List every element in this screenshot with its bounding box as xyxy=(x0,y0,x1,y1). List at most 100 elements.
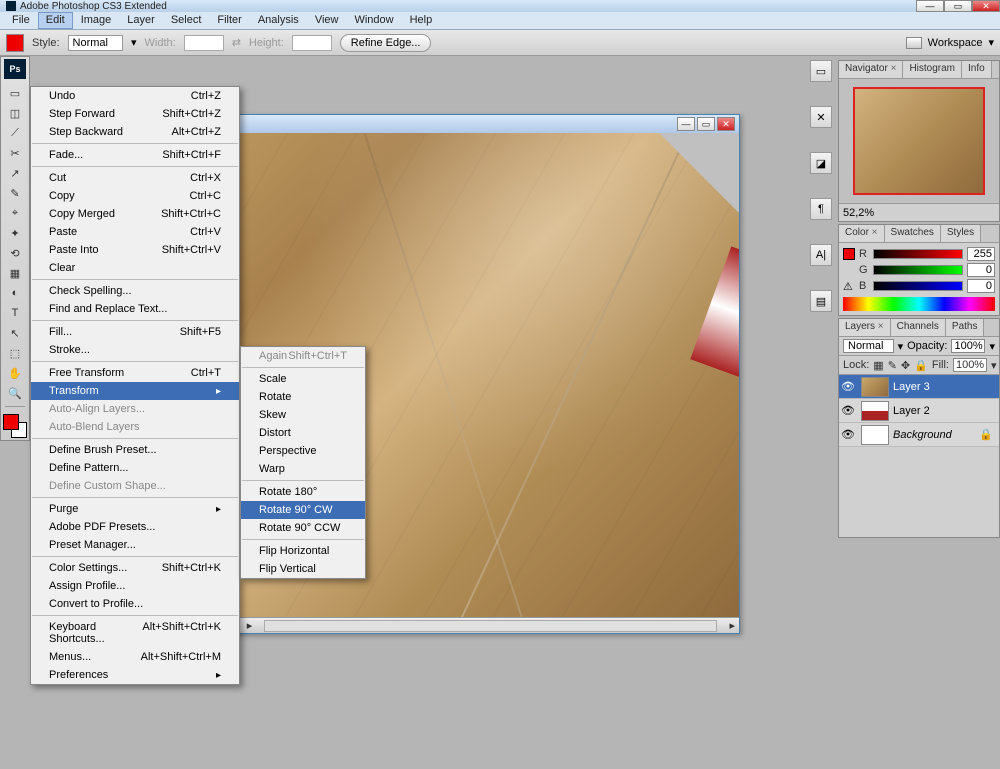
dock-icon-4[interactable]: ¶ xyxy=(810,198,832,220)
tab-layers[interactable]: Layers xyxy=(839,319,891,336)
menu-item-skew[interactable]: Skew xyxy=(241,406,365,424)
opacity-input[interactable]: 100% xyxy=(951,339,985,353)
width-input[interactable] xyxy=(184,35,224,51)
visibility-icon[interactable]: 👁 xyxy=(839,428,857,441)
layer-row[interactable]: 👁Background🔒 xyxy=(839,423,999,447)
menu-item-purge[interactable]: Purge xyxy=(31,500,239,518)
tab-channels[interactable]: Channels xyxy=(891,319,946,336)
tool-8[interactable]: ⟲ xyxy=(4,243,26,263)
shape-layer-icon[interactable] xyxy=(6,34,24,52)
menu-item-rotate-90-ccw[interactable]: Rotate 90° CCW xyxy=(241,519,365,537)
r-value[interactable]: 255 xyxy=(967,247,995,261)
color-fg-icon[interactable] xyxy=(843,248,855,260)
menu-item-rotate-90-cw[interactable]: Rotate 90° CW xyxy=(241,501,365,519)
dock-icon-3[interactable]: ◪ xyxy=(810,152,832,174)
menu-item-menus-[interactable]: Menus...Alt+Shift+Ctrl+M xyxy=(31,648,239,666)
tab-styles[interactable]: Styles xyxy=(941,225,981,242)
menu-item-free-transform[interactable]: Free TransformCtrl+T xyxy=(31,364,239,382)
lock-all-icon[interactable]: 🔒 xyxy=(914,359,928,372)
foreground-color-swatch[interactable] xyxy=(3,414,19,430)
navigator-body[interactable] xyxy=(839,79,999,203)
tool-0[interactable]: ▭ xyxy=(4,83,26,103)
menu-item-assign-profile-[interactable]: Assign Profile... xyxy=(31,577,239,595)
minimize-button[interactable]: — xyxy=(916,0,944,12)
ps-logo-icon[interactable]: Ps xyxy=(4,59,26,79)
menu-item-define-pattern-[interactable]: Define Pattern... xyxy=(31,459,239,477)
menu-item-clear[interactable]: Clear xyxy=(31,259,239,277)
tool-3[interactable]: ✂ xyxy=(4,143,26,163)
blend-mode-select[interactable]: Normal xyxy=(843,339,894,353)
menu-item-adobe-pdf-presets-[interactable]: Adobe PDF Presets... xyxy=(31,518,239,536)
tool-15[interactable]: 🔍 xyxy=(4,383,26,403)
visibility-icon[interactable]: 👁 xyxy=(839,380,857,393)
menu-item-transform[interactable]: Transform xyxy=(31,382,239,400)
menu-item-step-forward[interactable]: Step ForwardShift+Ctrl+Z xyxy=(31,105,239,123)
menu-item-copy-merged[interactable]: Copy MergedShift+Ctrl+C xyxy=(31,205,239,223)
menu-item-check-spelling-[interactable]: Check Spelling... xyxy=(31,282,239,300)
menu-item-cut[interactable]: CutCtrl+X xyxy=(31,169,239,187)
menu-item-preferences[interactable]: Preferences xyxy=(31,666,239,684)
layer-thumbnail[interactable] xyxy=(861,377,889,397)
tool-4[interactable]: ↗ xyxy=(4,163,26,183)
doc-info-arrow-icon[interactable]: ▸ xyxy=(247,619,253,632)
menu-item-flip-vertical[interactable]: Flip Vertical xyxy=(241,560,365,578)
menu-layer[interactable]: Layer xyxy=(119,12,163,29)
b-value[interactable]: 0 xyxy=(967,279,995,293)
r-slider[interactable] xyxy=(873,249,963,259)
doc-minimize-button[interactable]: — xyxy=(677,117,695,131)
maximize-button[interactable]: ▭ xyxy=(944,0,972,12)
horizontal-scrollbar[interactable] xyxy=(264,620,717,632)
tool-1[interactable]: ◫ xyxy=(4,103,26,123)
menu-item-undo[interactable]: UndoCtrl+Z xyxy=(31,87,239,105)
doc-close-button[interactable]: ✕ xyxy=(717,117,735,131)
menu-item-find-and-replace-text-[interactable]: Find and Replace Text... xyxy=(31,300,239,318)
spectrum-ramp[interactable] xyxy=(843,297,995,311)
menu-filter[interactable]: Filter xyxy=(209,12,249,29)
menu-window[interactable]: Window xyxy=(346,12,401,29)
menu-item-flip-horizontal[interactable]: Flip Horizontal xyxy=(241,542,365,560)
lock-transparency-icon[interactable]: ▦ xyxy=(873,359,883,372)
tool-2[interactable]: ⟋ xyxy=(4,123,26,143)
menu-item-preset-manager-[interactable]: Preset Manager... xyxy=(31,536,239,554)
tool-10[interactable]: ◐ xyxy=(4,283,26,303)
tool-5[interactable]: ✎ xyxy=(4,183,26,203)
menu-item-convert-to-profile-[interactable]: Convert to Profile... xyxy=(31,595,239,613)
tool-11[interactable]: T xyxy=(4,303,26,323)
color-swatches[interactable] xyxy=(3,414,27,438)
dock-icon-5[interactable]: A| xyxy=(810,244,832,266)
menu-item-step-backward[interactable]: Step BackwardAlt+Ctrl+Z xyxy=(31,123,239,141)
tab-color[interactable]: Color xyxy=(839,225,885,242)
tool-9[interactable]: ▦ xyxy=(4,263,26,283)
layer-thumbnail[interactable] xyxy=(861,425,889,445)
dock-icon-1[interactable]: ▭ xyxy=(810,60,832,82)
menu-help[interactable]: Help xyxy=(402,12,441,29)
layer-row[interactable]: 👁Layer 2 xyxy=(839,399,999,423)
menu-item-rotate-180-[interactable]: Rotate 180° xyxy=(241,483,365,501)
doc-maximize-button[interactable]: ▭ xyxy=(697,117,715,131)
menu-item-rotate[interactable]: Rotate xyxy=(241,388,365,406)
menu-item-stroke-[interactable]: Stroke... xyxy=(31,341,239,359)
menu-analysis[interactable]: Analysis xyxy=(250,12,307,29)
menu-item-copy[interactable]: CopyCtrl+C xyxy=(31,187,239,205)
tab-histogram[interactable]: Histogram xyxy=(903,61,962,78)
height-input[interactable] xyxy=(292,35,332,51)
close-button[interactable]: ✕ xyxy=(972,0,1000,12)
tool-13[interactable]: ⬚ xyxy=(4,343,26,363)
style-select[interactable]: Normal xyxy=(68,35,123,51)
menu-item-distort[interactable]: Distort xyxy=(241,424,365,442)
tool-6[interactable]: ⌖ xyxy=(4,203,26,223)
tab-paths[interactable]: Paths xyxy=(946,319,985,336)
tab-navigator[interactable]: Navigator xyxy=(839,61,903,78)
menu-item-define-brush-preset-[interactable]: Define Brush Preset... xyxy=(31,441,239,459)
menu-image[interactable]: Image xyxy=(73,12,120,29)
menu-item-perspective[interactable]: Perspective xyxy=(241,442,365,460)
menu-view[interactable]: View xyxy=(307,12,347,29)
dock-icon-2[interactable]: ✕ xyxy=(810,106,832,128)
menu-item-paste-into[interactable]: Paste IntoShift+Ctrl+V xyxy=(31,241,239,259)
menu-item-fade-[interactable]: Fade...Shift+Ctrl+F xyxy=(31,146,239,164)
refine-edge-button[interactable]: Refine Edge... xyxy=(340,34,432,52)
layer-row[interactable]: 👁Layer 3 xyxy=(839,375,999,399)
dock-icon-6[interactable]: ▤ xyxy=(810,290,832,312)
visibility-icon[interactable]: 👁 xyxy=(839,404,857,417)
g-slider[interactable] xyxy=(873,265,963,275)
